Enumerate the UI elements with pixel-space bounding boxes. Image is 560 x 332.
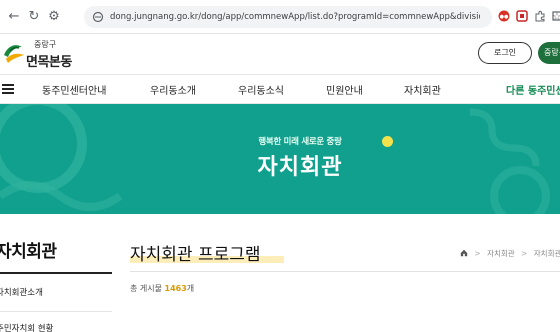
jungnang-site-button[interactable]: 중랑구 [538, 42, 560, 64]
total-unit: 개 [186, 284, 195, 293]
address-bar[interactable]: dong.jungnang.go.kr/dong/app/commnewApp/… [84, 6, 560, 28]
page-title: 자치회관 프로그램 [130, 245, 261, 265]
nav-item-dong-intro[interactable]: 우리동소개 [150, 82, 196, 97]
extension-record-icon[interactable]: ●● [498, 10, 510, 22]
nav-item-dong-news[interactable]: 우리동소식 [238, 82, 284, 97]
nav-item-civil-service[interactable]: 민원안내 [326, 82, 363, 97]
hero-title: 자치회관 [257, 155, 343, 180]
hero-accent-dot [382, 136, 393, 147]
window-icon[interactable] [552, 10, 560, 22]
breadcrumb-item[interactable]: 자치회관 [487, 249, 515, 258]
sidebar-title: 자치회관 [0, 242, 57, 262]
menu-hamburger-icon[interactable] [2, 84, 14, 94]
total-posts: 총 게시물 1463개 [130, 283, 194, 294]
total-count: 1463 [164, 284, 187, 293]
nav-item-community-center[interactable]: 자치회관 [404, 82, 441, 97]
nav-item-other-centers[interactable]: 다른 동주민센 [506, 82, 560, 97]
breadcrumb-item-current[interactable]: 자치회관 프로 [534, 249, 560, 258]
breadcrumb-chevron-icon: > [521, 249, 528, 258]
logo-dong-name: 면목본동 [26, 55, 72, 70]
main-navigation: 동주민센터안내 우리동소개 우리동소식 민원안내 자치회관 다른 동주민센 [0, 74, 560, 104]
nav-item-center-info[interactable]: 동주민센터안내 [42, 82, 106, 97]
refresh-icon[interactable]: ↻ [26, 9, 42, 25]
hero-banner: 행복한 미래 새로운 중랑 자치회관 [0, 104, 560, 214]
site-info-icon[interactable] [92, 11, 104, 23]
browser-toolbar: ← ↻ ⚙ dong.jungnang.go.kr/dong/app/commn… [0, 0, 560, 34]
total-label: 총 게시물 [130, 284, 162, 293]
tune-icon[interactable]: ⚙ [46, 9, 62, 25]
sidebar-item-council-status[interactable]: 주민자치회 현황 [0, 322, 53, 332]
breadcrumb: > 자치회관 > 자치회관 프로 [460, 248, 560, 259]
jungnang-logo-icon [4, 45, 24, 63]
sidebar-title-divider [0, 272, 112, 274]
site-logo[interactable]: 중랑구 면목본동 [2, 39, 72, 70]
svg-text:●●: ●● [500, 14, 509, 20]
sidebar-item-intro[interactable]: 자치회관소개 [0, 286, 43, 298]
sidebar-divider [0, 311, 112, 312]
home-icon[interactable] [460, 249, 468, 257]
content-divider [130, 271, 560, 272]
hero-subtitle: 행복한 미래 새로운 중랑 [258, 137, 342, 147]
url-text: dong.jungnang.go.kr/dong/app/commnewApp/… [110, 12, 480, 22]
back-icon[interactable]: ← [6, 9, 22, 25]
breadcrumb-chevron-icon: > [474, 249, 481, 258]
site-header: 중랑구 면목본동 로그인 중랑구 [0, 34, 560, 74]
extension-square-icon[interactable] [516, 10, 528, 22]
extensions-puzzle-icon[interactable] [534, 10, 546, 22]
login-button[interactable]: 로그인 [478, 42, 532, 64]
logo-district-text: 중랑구 [34, 40, 57, 49]
